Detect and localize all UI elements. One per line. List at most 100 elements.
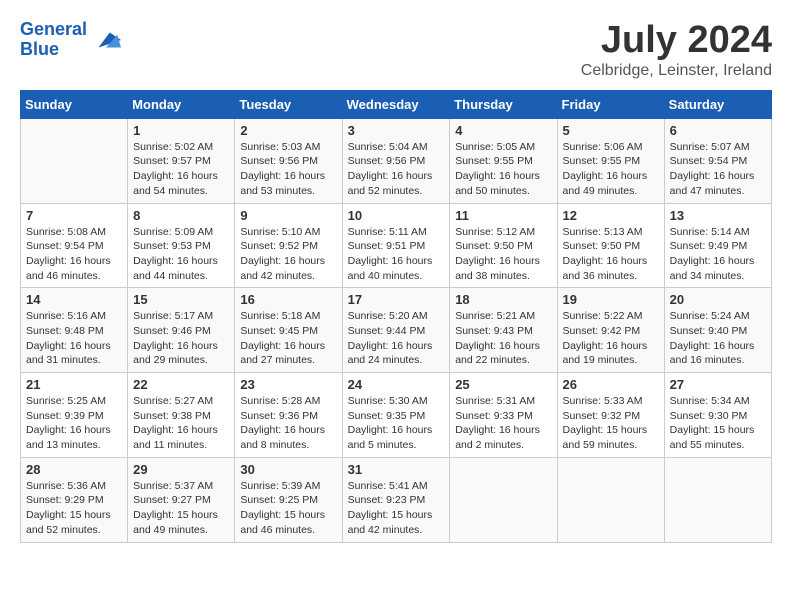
day-info: Sunrise: 5:18 AM Sunset: 9:45 PM Dayligh…	[240, 309, 336, 368]
title-block: July 2024 Celbridge, Leinster, Ireland	[581, 20, 772, 80]
day-number: 23	[240, 377, 336, 392]
day-number: 15	[133, 292, 229, 307]
header-cell-wednesday: Wednesday	[342, 90, 450, 118]
day-info: Sunrise: 5:17 AM Sunset: 9:46 PM Dayligh…	[133, 309, 229, 368]
day-cell: 26Sunrise: 5:33 AM Sunset: 9:32 PM Dayli…	[557, 373, 664, 458]
day-cell: 28 Sunrise: 5:36 AM Sunset: 9:29 PM Dayli…	[21, 457, 128, 542]
day-cell: 27 Sunrise: 5:34 AM Sunset: 9:30 PM Dayli…	[664, 373, 771, 458]
day-number: 16	[240, 292, 336, 307]
day-info: Sunrise: 5:39 AM Sunset: 9:25 PM Dayligh…	[240, 479, 336, 538]
month-title: July 2024	[581, 20, 772, 62]
day-info: Sunrise: 5:05 AM Sunset: 9:55 PM Dayligh…	[455, 140, 551, 199]
day-info: Sunrise: 5:12 AM Sunset: 9:50 PM Dayligh…	[455, 225, 551, 284]
day-cell: 9Sunrise: 5:10 AM Sunset: 9:52 PM Daylig…	[235, 203, 342, 288]
day-number: 2	[240, 123, 336, 138]
day-number: 8	[133, 208, 229, 223]
day-cell: 4 Sunrise: 5:05 AM Sunset: 9:55 PM Daylig…	[450, 118, 557, 203]
day-cell: 2 Sunrise: 5:03 AM Sunset: 9:56 PM Daylig…	[235, 118, 342, 203]
day-cell: 5 Sunrise: 5:06 AM Sunset: 9:55 PM Daylig…	[557, 118, 664, 203]
day-info: Sunrise: 5:37 AM Sunset: 9:27 PM Dayligh…	[133, 479, 229, 538]
day-info: Sunrise: 5:21 AM Sunset: 9:43 PM Dayligh…	[455, 309, 551, 368]
day-cell: 20Sunrise: 5:24 AM Sunset: 9:40 PM Dayli…	[664, 288, 771, 373]
day-cell: 13 Sunrise: 5:14 AM Sunset: 9:49 PM Dayli…	[664, 203, 771, 288]
day-cell	[664, 457, 771, 542]
header-cell-monday: Monday	[128, 90, 235, 118]
day-number: 10	[348, 208, 445, 223]
day-info: Sunrise: 5:04 AM Sunset: 9:56 PM Dayligh…	[348, 140, 445, 199]
day-cell: 6 Sunrise: 5:07 AM Sunset: 9:54 PM Daylig…	[664, 118, 771, 203]
day-info: Sunrise: 5:16 AM Sunset: 9:48 PM Dayligh…	[26, 309, 122, 368]
day-info: Sunrise: 5:34 AM Sunset: 9:30 PM Dayligh…	[670, 394, 766, 453]
day-cell: 30 Sunrise: 5:39 AM Sunset: 9:25 PM Dayli…	[235, 457, 342, 542]
day-number: 31	[348, 462, 445, 477]
day-number: 13	[670, 208, 766, 223]
day-cell: 15 Sunrise: 5:17 AM Sunset: 9:46 PM Dayli…	[128, 288, 235, 373]
logo-blue: Blue	[20, 39, 59, 59]
day-number: 3	[348, 123, 445, 138]
day-number: 18	[455, 292, 551, 307]
day-cell: 17 Sunrise: 5:20 AM Sunset: 9:44 PM Dayli…	[342, 288, 450, 373]
day-cell: 31 Sunrise: 5:41 AM Sunset: 9:23 PM Dayli…	[342, 457, 450, 542]
day-number: 5	[563, 123, 659, 138]
logo-icon	[91, 25, 121, 55]
week-row-1: 1 Sunrise: 5:02 AM Sunset: 9:57 PM Daylig…	[21, 118, 772, 203]
day-number: 9	[240, 208, 336, 223]
day-cell: 22 Sunrise: 5:27 AM Sunset: 9:38 PM Dayli…	[128, 373, 235, 458]
day-info: Sunrise: 5:02 AM Sunset: 9:57 PM Dayligh…	[133, 140, 229, 199]
day-info: Sunrise: 5:28 AM Sunset: 9:36 PM Dayligh…	[240, 394, 336, 453]
day-info: Sunrise: 5:41 AM Sunset: 9:23 PM Dayligh…	[348, 479, 445, 538]
day-info: Sunrise: 5:14 AM Sunset: 9:49 PM Dayligh…	[670, 225, 766, 284]
day-cell	[557, 457, 664, 542]
day-cell: 1 Sunrise: 5:02 AM Sunset: 9:57 PM Daylig…	[128, 118, 235, 203]
day-cell	[21, 118, 128, 203]
day-number: 25	[455, 377, 551, 392]
day-info: Sunrise: 5:36 AM Sunset: 9:29 PM Dayligh…	[26, 479, 122, 538]
day-number: 26	[563, 377, 659, 392]
day-number: 12	[563, 208, 659, 223]
day-number: 21	[26, 377, 122, 392]
logo: General Blue	[20, 20, 121, 60]
day-number: 4	[455, 123, 551, 138]
day-cell: 25 Sunrise: 5:31 AM Sunset: 9:33 PM Dayli…	[450, 373, 557, 458]
day-info: Sunrise: 5:09 AM Sunset: 9:53 PM Dayligh…	[133, 225, 229, 284]
day-number: 17	[348, 292, 445, 307]
page-header: General Blue July 2024 Celbridge, Leinst…	[20, 20, 772, 80]
day-number: 28	[26, 462, 122, 477]
day-cell: 11 Sunrise: 5:12 AM Sunset: 9:50 PM Dayli…	[450, 203, 557, 288]
day-number: 22	[133, 377, 229, 392]
day-info: Sunrise: 5:06 AM Sunset: 9:55 PM Dayligh…	[563, 140, 659, 199]
day-cell: 3 Sunrise: 5:04 AM Sunset: 9:56 PM Daylig…	[342, 118, 450, 203]
day-cell: 7Sunrise: 5:08 AM Sunset: 9:54 PM Daylig…	[21, 203, 128, 288]
day-info: Sunrise: 5:07 AM Sunset: 9:54 PM Dayligh…	[670, 140, 766, 199]
calendar-table: SundayMondayTuesdayWednesdayThursdayFrid…	[20, 90, 772, 543]
day-info: Sunrise: 5:03 AM Sunset: 9:56 PM Dayligh…	[240, 140, 336, 199]
day-number: 27	[670, 377, 766, 392]
header-cell-friday: Friday	[557, 90, 664, 118]
day-number: 1	[133, 123, 229, 138]
day-info: Sunrise: 5:22 AM Sunset: 9:42 PM Dayligh…	[563, 309, 659, 368]
header-cell-saturday: Saturday	[664, 90, 771, 118]
day-info: Sunrise: 5:20 AM Sunset: 9:44 PM Dayligh…	[348, 309, 445, 368]
day-cell: 12Sunrise: 5:13 AM Sunset: 9:50 PM Dayli…	[557, 203, 664, 288]
day-number: 29	[133, 462, 229, 477]
day-cell: 21 Sunrise: 5:25 AM Sunset: 9:39 PM Dayli…	[21, 373, 128, 458]
day-cell: 23 Sunrise: 5:28 AM Sunset: 9:36 PM Dayli…	[235, 373, 342, 458]
day-cell: 14Sunrise: 5:16 AM Sunset: 9:48 PM Dayli…	[21, 288, 128, 373]
header-row: SundayMondayTuesdayWednesdayThursdayFrid…	[21, 90, 772, 118]
day-info: Sunrise: 5:31 AM Sunset: 9:33 PM Dayligh…	[455, 394, 551, 453]
day-info: Sunrise: 5:27 AM Sunset: 9:38 PM Dayligh…	[133, 394, 229, 453]
location-subtitle: Celbridge, Leinster, Ireland	[581, 62, 772, 80]
day-number: 30	[240, 462, 336, 477]
day-cell: 18 Sunrise: 5:21 AM Sunset: 9:43 PM Dayli…	[450, 288, 557, 373]
day-number: 6	[670, 123, 766, 138]
day-info: Sunrise: 5:25 AM Sunset: 9:39 PM Dayligh…	[26, 394, 122, 453]
day-info: Sunrise: 5:24 AM Sunset: 9:40 PM Dayligh…	[670, 309, 766, 368]
day-number: 11	[455, 208, 551, 223]
week-row-5: 28 Sunrise: 5:36 AM Sunset: 9:29 PM Dayli…	[21, 457, 772, 542]
week-row-3: 14Sunrise: 5:16 AM Sunset: 9:48 PM Dayli…	[21, 288, 772, 373]
day-number: 24	[348, 377, 445, 392]
logo-text: General Blue	[20, 20, 87, 60]
header-cell-sunday: Sunday	[21, 90, 128, 118]
day-cell: 24Sunrise: 5:30 AM Sunset: 9:35 PM Dayli…	[342, 373, 450, 458]
day-cell	[450, 457, 557, 542]
